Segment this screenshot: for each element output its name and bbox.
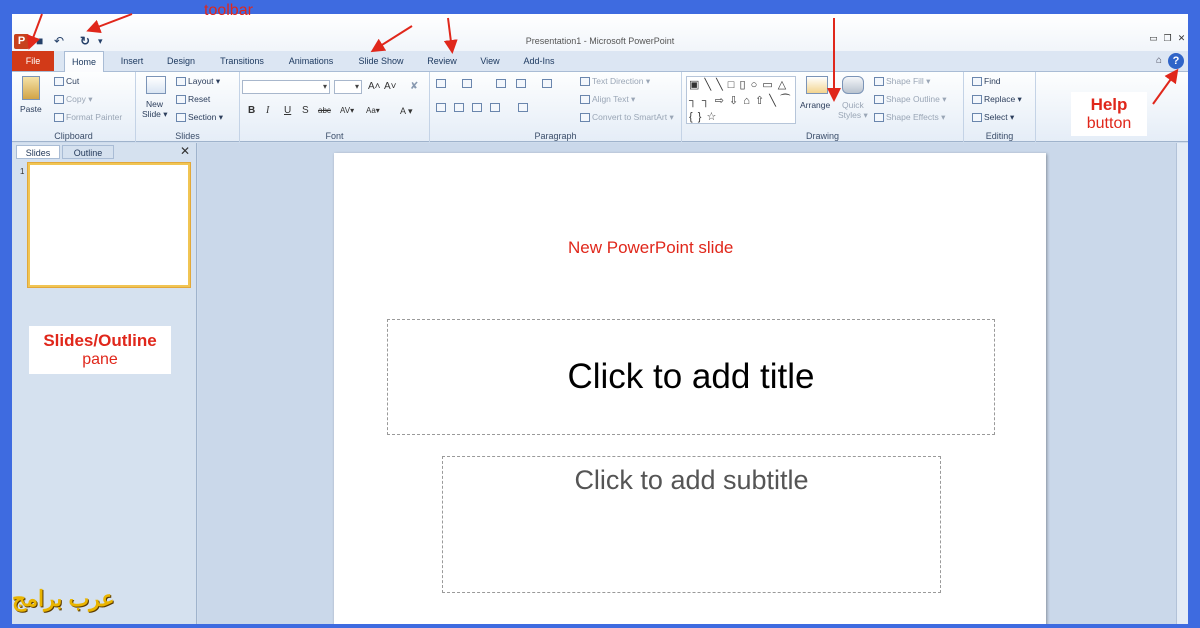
annotation-arrows — [26, 13, 1179, 105]
arrow-review-tab — [443, 17, 458, 54]
arrow-slide-show-tab — [370, 25, 413, 53]
arrow-file-tab — [26, 13, 43, 50]
arrow-help-button — [1152, 68, 1179, 105]
arrow-quick-access-toolbar — [86, 13, 133, 33]
watermark-logo: عرب برامج — [12, 586, 115, 611]
